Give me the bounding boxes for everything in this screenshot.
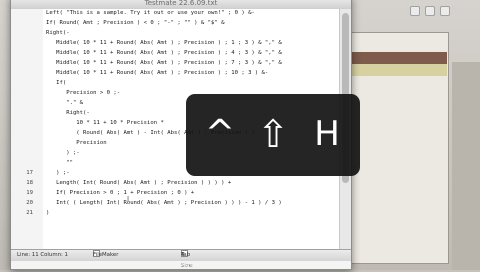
line-number: 18 (26, 180, 33, 186)
code-line: If( Round( Amt ; Precision ) < 0 ; "-" ;… (46, 20, 225, 26)
code-line: ) ;- (46, 170, 70, 176)
code-line: 10 * 11 + 10 * Precision * (46, 120, 164, 126)
line-number: 17 (26, 170, 33, 176)
h-key-label: H (314, 114, 340, 154)
code-line: Precision > 0 ;- (46, 90, 121, 96)
code-line: "." & (46, 100, 84, 106)
code-line: If( (46, 80, 67, 86)
cursor-position: Line: 11 Column: 1 (17, 252, 68, 258)
footer-caption: FileMaker Pro Version: 7.11 (180, 263, 255, 269)
background-button[interactable] (425, 6, 435, 16)
tab-size-value: 4 (181, 252, 185, 258)
code-line: ) ;- (46, 150, 80, 156)
code-line: ) (46, 210, 50, 216)
code-line: Int( ( Length( Int( Round( Abs( Amt ) ; … (46, 200, 282, 206)
code-line: "" (46, 160, 73, 166)
line-number: 21 (26, 210, 33, 216)
code-line: Right(- (46, 110, 90, 116)
language-label: FileMaker (93, 252, 119, 258)
background-button[interactable] (440, 6, 450, 16)
line-number: 20 (26, 200, 33, 206)
code-line: Right(- (46, 30, 70, 36)
code-line: Middle( 10 * 11 + Round( Abs( Amt ) ; Pr… (46, 70, 269, 76)
code-line: Middle( 10 * 11 + Round( Abs( Amt ) ; Pr… (46, 60, 282, 66)
code-line: Precision (46, 140, 107, 146)
shift-key-icon: ⇧ (257, 112, 289, 156)
code-line: Middle( 10 * 11 + Round( Abs( Amt ) ; Pr… (46, 50, 282, 56)
background-app-strip (452, 62, 480, 270)
background-button[interactable] (410, 6, 420, 16)
text-cursor-icon: I (127, 195, 130, 203)
control-key-icon: ^ (204, 113, 236, 154)
code-line: If( Precision > 0 ; 1 + Precision ; 0 ) … (46, 190, 195, 196)
line-number: 19 (26, 190, 33, 196)
code-line: Middle( 10 * 11 + Round( Abs( Amt ) ; Pr… (46, 40, 282, 46)
code-line: Length( Int( Round( Abs( Amt ) ; Precisi… (46, 180, 232, 186)
status-bar: Line: 11 Column: 1 FileMaker Tab Size: 4 (11, 249, 351, 269)
line-number-gutter: 17 18 19 20 21 (11, 9, 43, 249)
keystroke-overlay: ^ ⇧ H (186, 94, 360, 176)
code-line: Left( "This is a sample. Try it out or u… (46, 10, 255, 16)
